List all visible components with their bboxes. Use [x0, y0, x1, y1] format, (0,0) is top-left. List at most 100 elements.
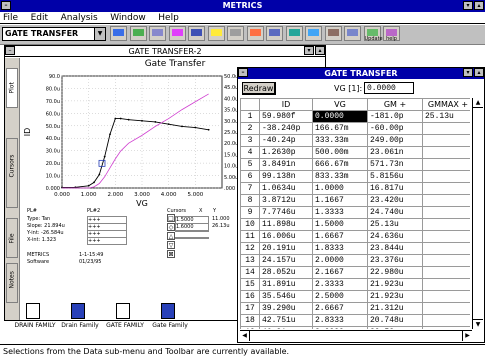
grid-cell[interactable]: 46.21u: [259, 326, 313, 329]
row-number[interactable]: 8: [240, 194, 260, 207]
grid-cell[interactable]: 39.290u: [259, 302, 313, 315]
grid-cell[interactable]: -181.0p: [367, 110, 423, 123]
column-header-gm[interactable]: GM +: [367, 98, 423, 111]
menu-edit[interactable]: Edit: [31, 13, 48, 23]
desktop-icon-label[interactable]: Drain Family: [59, 322, 101, 329]
grid-cell[interactable]: 21.312u: [367, 302, 423, 315]
tab-notes[interactable]: Notes: [6, 263, 18, 303]
table-row[interactable]: 13 24.157u 2.0000 23.376u: [240, 254, 470, 267]
desktop-icon-label[interactable]: DRAIN FAMILY: [14, 322, 56, 329]
grid-cell[interactable]: 2.1667: [312, 266, 368, 279]
grid-cell[interactable]: 16.006u: [259, 230, 313, 243]
tab-plot[interactable]: Plot: [6, 68, 18, 108]
tool-button-6[interactable]: [207, 26, 225, 41]
grid-cell[interactable]: 833.33m: [312, 170, 368, 183]
tool-button-13[interactable]: [344, 26, 361, 41]
grid-cell[interactable]: 3.8712u: [259, 194, 313, 207]
row-number[interactable]: 9: [240, 206, 260, 219]
tool-button-8[interactable]: [246, 26, 264, 41]
table-row[interactable]: 6 99.138n 833.33m 5.8156u: [240, 170, 470, 183]
grid-cell[interactable]: 1.2630p: [259, 146, 313, 159]
cell-value-input[interactable]: 0.0000: [364, 82, 414, 94]
tool-button-3[interactable]: [149, 26, 166, 41]
document-icon[interactable]: [26, 303, 40, 319]
scroll-down-arrow-icon[interactable]: ▼: [473, 319, 483, 329]
grid-cell[interactable]: 28.052u: [259, 266, 313, 279]
dropdown-arrow-icon[interactable]: ▼: [94, 28, 105, 40]
grid-cell[interactable]: 23.376u: [367, 254, 423, 267]
grid-cell[interactable]: [422, 314, 470, 327]
cursor-triangle-icon[interactable]: △: [167, 232, 175, 240]
grid-cell[interactable]: [422, 218, 470, 231]
grid-cell[interactable]: 1.6667: [312, 230, 368, 243]
cursor-x-icon[interactable]: ⊠: [167, 250, 175, 258]
grid-cell[interactable]: 666.67m: [312, 158, 368, 171]
grid-cell[interactable]: 1.5000: [312, 218, 368, 231]
tool-button-12[interactable]: [324, 26, 342, 41]
grid-cell[interactable]: [422, 290, 470, 303]
table-row[interactable]: 2 -38.240p 166.67m -60.00p: [240, 122, 470, 135]
grid-cell[interactable]: 2.0000: [312, 254, 368, 267]
tool-button-15[interactable]: help: [383, 26, 400, 42]
app-maximize-button[interactable]: ▴: [474, 1, 484, 10]
row-number[interactable]: 15: [240, 278, 260, 291]
chart-window-minimize-button[interactable]: ▾: [304, 46, 314, 55]
row-number[interactable]: 7: [240, 182, 260, 195]
row-number[interactable]: 17: [240, 302, 260, 315]
row-number[interactable]: 4: [240, 146, 260, 159]
grid-cell[interactable]: 16.817u: [367, 182, 423, 195]
grid-cell[interactable]: -60.00p: [367, 122, 423, 135]
column-header-gmmax[interactable]: GMMAX +: [422, 98, 470, 111]
tool-button-1[interactable]: [110, 26, 127, 41]
grid-cell[interactable]: 24.157u: [259, 254, 313, 267]
grid-cell[interactable]: 35.546u: [259, 290, 313, 303]
grid-cell[interactable]: 0.0000: [312, 110, 368, 123]
tool-button-14[interactable]: Update: [363, 26, 383, 42]
grid-cell[interactable]: [422, 242, 470, 255]
tool-button-11[interactable]: [305, 26, 322, 41]
grid-cell[interactable]: 1.8333: [312, 242, 368, 255]
row-number[interactable]: 5: [240, 158, 260, 171]
tab-cursors[interactable]: Cursors: [6, 138, 18, 208]
table-row[interactable]: 8 3.8712u 1.1667 23.420u: [240, 194, 470, 207]
grid-cell[interactable]: 11.898u: [259, 218, 313, 231]
desktop-icon-label[interactable]: GATE FAMILY: [104, 322, 146, 329]
data-grid[interactable]: ID VG GM + GMMAX + 1 59.980f 0.0000 -181.0p…: [240, 98, 470, 329]
grid-cell[interactable]: [422, 326, 470, 329]
row-number[interactable]: 6: [240, 170, 260, 183]
test-selector[interactable]: GATE TRANSFER ▼: [2, 27, 106, 41]
grid-cell[interactable]: 5.8156u: [367, 170, 423, 183]
grid-cell[interactable]: 21.923u: [367, 290, 423, 303]
row-number[interactable]: 16: [240, 290, 260, 303]
scroll-right-arrow-icon[interactable]: ▶: [462, 331, 472, 341]
grid-cell[interactable]: [422, 266, 470, 279]
grid-cell[interactable]: 571.73n: [367, 158, 423, 171]
family-icon[interactable]: [71, 303, 85, 319]
gate-transfer-chart[interactable]: 90.0 80.0u 70.0u 60.0u 50.0u 40.0u 30.0u 20.0u 1…: [20, 70, 260, 210]
desktop-icon-label[interactable]: Gate Family: [149, 322, 191, 329]
grid-cell[interactable]: 20.191u: [259, 242, 313, 255]
app-minimize-button[interactable]: ▾: [463, 1, 473, 10]
row-number[interactable]: 19: [240, 326, 260, 329]
grid-cell[interactable]: 500.00m: [312, 146, 368, 159]
table-row[interactable]: 7 1.0634u 1.0000 16.817u: [240, 182, 470, 195]
chart-window-menu-button[interactable]: –: [5, 46, 15, 55]
grid-cell[interactable]: [422, 158, 470, 171]
grid-cell[interactable]: -38.240p: [259, 122, 313, 135]
grid-cell[interactable]: -40.24p: [259, 134, 313, 147]
table-window-minimize-button[interactable]: ▾: [463, 68, 473, 77]
grid-cell[interactable]: 1.0634u: [259, 182, 313, 195]
table-window-maximize-button[interactable]: ▴: [474, 68, 484, 77]
grid-cell[interactable]: [422, 278, 470, 291]
menu-help[interactable]: Help: [158, 13, 179, 23]
grid-cell[interactable]: [422, 146, 470, 159]
app-menu-button[interactable]: –: [1, 1, 11, 10]
table-row[interactable]: 1 59.980f 0.0000 -181.0p 25.13u: [240, 110, 470, 123]
table-row[interactable]: 15 31.891u 2.3333 21.923u: [240, 278, 470, 291]
column-header-id[interactable]: ID: [259, 98, 313, 111]
table-row[interactable]: 17 39.290u 2.6667 21.312u: [240, 302, 470, 315]
grid-cell[interactable]: [422, 254, 470, 267]
grid-cell[interactable]: 249.00p: [367, 134, 423, 147]
grid-cell[interactable]: 23.844u: [367, 242, 423, 255]
tool-button-10[interactable]: [285, 26, 303, 41]
